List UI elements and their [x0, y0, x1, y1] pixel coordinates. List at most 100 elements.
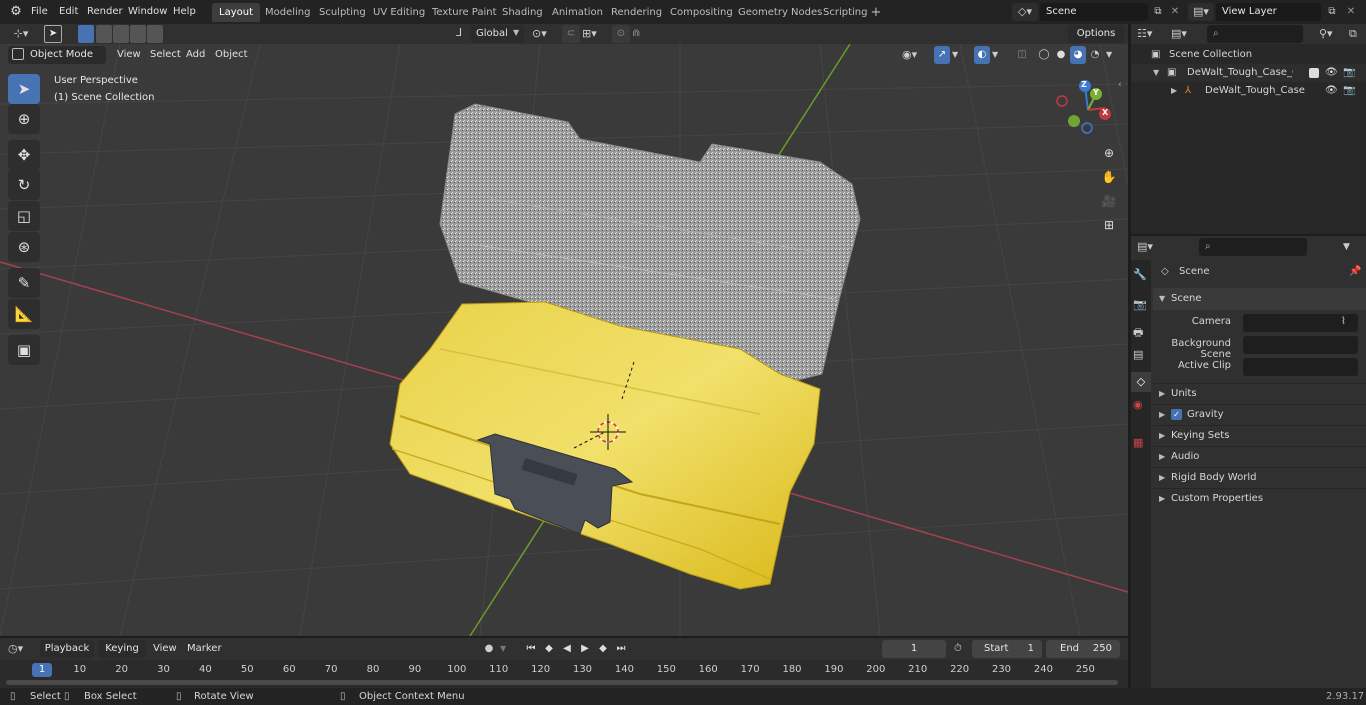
snap-target-icon[interactable]: ⊞▾: [582, 25, 606, 43]
transform-orientation-icon[interactable]: ⅃: [456, 26, 470, 42]
outliner-row-object[interactable]: ▶ ⅄ DeWalt_Tough_Case_Org 👁 📷: [1131, 82, 1366, 100]
panel-units[interactable]: ▶ Units: [1153, 383, 1366, 403]
output-tab-icon[interactable]: 🖶: [1133, 324, 1149, 340]
scale-tool[interactable]: ◱: [8, 201, 40, 231]
keyframe-dropdown-icon[interactable]: ▼: [500, 640, 514, 658]
viewport-menu-view[interactable]: View: [112, 46, 146, 64]
pan-hand-icon[interactable]: ✋: [1098, 166, 1120, 188]
viewport-menu-add[interactable]: Add: [181, 46, 210, 64]
new-scene-icon[interactable]: ⧉: [1150, 3, 1166, 21]
timeline-menu-marker[interactable]: Marker: [182, 640, 227, 658]
select-mode-intersect-icon[interactable]: [147, 25, 163, 43]
rendered-shading-icon[interactable]: ◔: [1087, 46, 1103, 64]
gizmo-toggle-icon[interactable]: ↗: [934, 46, 950, 64]
xray-toggle-icon[interactable]: ◫: [1014, 46, 1030, 64]
outliner-row-scene-collection[interactable]: ▣ Scene Collection: [1131, 46, 1366, 64]
tab-sculpting[interactable]: Sculpting: [312, 3, 373, 22]
select-mode-extend-icon[interactable]: [96, 25, 112, 43]
tab-uv-editing[interactable]: UV Editing: [366, 3, 432, 22]
gravity-checkbox[interactable]: ✓: [1171, 409, 1182, 420]
options-dropdown[interactable]: Options: [1068, 25, 1124, 43]
scene-field[interactable]: Scene: [1040, 3, 1148, 21]
menu-file[interactable]: File: [26, 3, 53, 21]
display-mode-icon[interactable]: ▤▾: [1171, 26, 1197, 42]
3d-viewport[interactable]: ➤ ⊕ ✥ ↻ ◱ ⊛ ✎ 📐 ▣ Object Mode View Selec…: [0, 44, 1128, 636]
wireframe-shading-icon[interactable]: ◯: [1036, 46, 1052, 64]
snap-icon[interactable]: ⊂: [562, 25, 580, 43]
overlays-toggle-icon[interactable]: ◐: [974, 46, 990, 64]
expand-arrow-icon[interactable]: ▶: [1171, 82, 1177, 100]
add-cube-tool[interactable]: ▣: [8, 335, 40, 365]
ortho-grid-icon[interactable]: ⊞: [1098, 214, 1120, 236]
properties-options-icon[interactable]: ▼: [1343, 239, 1359, 255]
end-frame-field[interactable]: End 250: [1046, 640, 1120, 658]
properties-editor-icon[interactable]: ▤▾: [1137, 239, 1163, 255]
next-keyframe-icon[interactable]: ◆: [594, 640, 612, 658]
delete-view-layer-icon[interactable]: ✕: [1344, 3, 1358, 21]
solid-shading-icon[interactable]: ●: [1053, 46, 1069, 64]
expand-arrow-icon[interactable]: ▼: [1153, 64, 1159, 82]
scene-selector-icon[interactable]: ◇▾: [1012, 3, 1038, 21]
add-workspace-button[interactable]: +: [868, 5, 884, 21]
move-tool[interactable]: ✥: [8, 140, 40, 170]
render-camera-icon[interactable]: 📷: [1343, 64, 1355, 82]
measure-tool[interactable]: 📐: [8, 299, 40, 329]
camera-view-icon[interactable]: 🎥: [1098, 190, 1120, 212]
outliner-editor-icon[interactable]: ☷▾: [1137, 26, 1163, 42]
exclude-checkbox[interactable]: [1309, 68, 1319, 78]
scene-panel-header[interactable]: ▼ Scene: [1153, 288, 1366, 310]
editor-type-icon[interactable]: ⊹▾: [8, 25, 34, 43]
tab-rendering[interactable]: Rendering: [604, 3, 669, 22]
filter-icon[interactable]: ⚲▾: [1319, 26, 1343, 42]
scene-tab-icon[interactable]: ◇: [1131, 372, 1151, 392]
tab-layout[interactable]: Layout: [212, 3, 260, 22]
view-layer-tab-icon[interactable]: ▤: [1133, 348, 1149, 364]
new-view-layer-icon[interactable]: ⧉: [1324, 3, 1340, 21]
play-icon[interactable]: ▶: [576, 640, 594, 658]
menu-edit[interactable]: Edit: [54, 3, 83, 21]
select-tool-icon[interactable]: ➤: [44, 25, 62, 43]
cursor-tool[interactable]: ⊕: [8, 104, 40, 134]
tab-texture-paint[interactable]: Texture Paint: [425, 3, 504, 22]
material-shading-icon[interactable]: ◕: [1070, 46, 1086, 64]
stopwatch-icon[interactable]: ⏱: [954, 640, 970, 658]
start-frame-field[interactable]: Start 1: [972, 640, 1042, 658]
outliner-search-input[interactable]: ⌕: [1207, 25, 1303, 43]
timeline-editor-icon[interactable]: ◷▾: [8, 641, 34, 657]
world-tab-icon[interactable]: ◉: [1133, 398, 1149, 414]
eye-icon[interactable]: 👁: [1325, 64, 1338, 82]
render-tab-icon[interactable]: 📷: [1133, 298, 1149, 314]
tab-modeling[interactable]: Modeling: [258, 3, 318, 22]
render-camera-icon[interactable]: 📷: [1343, 82, 1355, 100]
texture-tab-icon[interactable]: ▦: [1133, 436, 1149, 452]
panel-audio[interactable]: ▶ Audio: [1153, 446, 1366, 466]
panel-custom-properties[interactable]: ▶ Custom Properties: [1153, 488, 1366, 508]
new-collection-icon[interactable]: ⧉: [1349, 26, 1363, 42]
menu-render[interactable]: Render: [82, 3, 128, 21]
blender-logo-icon[interactable]: ⚙: [8, 4, 24, 20]
proportional-edit-icon[interactable]: ⊙: [612, 25, 630, 43]
pin-icon[interactable]: 📌: [1349, 260, 1361, 284]
tab-shading[interactable]: Shading: [495, 3, 550, 22]
pivot-point-icon[interactable]: ⊙▾: [532, 25, 556, 43]
eye-icon[interactable]: 👁: [1325, 82, 1338, 100]
tab-scripting[interactable]: Scripting: [816, 3, 874, 22]
select-mode-invert-icon[interactable]: [130, 25, 146, 43]
prev-keyframe-icon[interactable]: ◆: [540, 640, 558, 658]
viewport-canvas[interactable]: [0, 44, 1128, 636]
view-layer-selector-icon[interactable]: ▤▾: [1188, 3, 1214, 21]
delete-scene-icon[interactable]: ✕: [1168, 3, 1182, 21]
menu-help[interactable]: Help: [168, 3, 201, 21]
select-mode-subtract-icon[interactable]: [113, 25, 129, 43]
panel-gravity[interactable]: ▶ ✓ Gravity: [1153, 404, 1366, 424]
eyedropper-icon[interactable]: ⌇: [1341, 316, 1346, 327]
properties-search-input[interactable]: ⌕: [1199, 238, 1307, 256]
jump-start-icon[interactable]: ⏮: [522, 640, 540, 658]
annotate-tool[interactable]: ✎: [8, 268, 40, 298]
zoom-icon[interactable]: ⊕: [1098, 142, 1120, 164]
active-clip-field[interactable]: [1243, 358, 1358, 376]
panel-rigid-body-world[interactable]: ▶ Rigid Body World: [1153, 467, 1366, 487]
outliner-row-collection[interactable]: ▼ ▣ DeWalt_Tough_Case_Organiz 👁 📷: [1131, 64, 1366, 82]
record-icon[interactable]: ●: [480, 640, 498, 658]
tab-compositing[interactable]: Compositing: [663, 3, 740, 22]
